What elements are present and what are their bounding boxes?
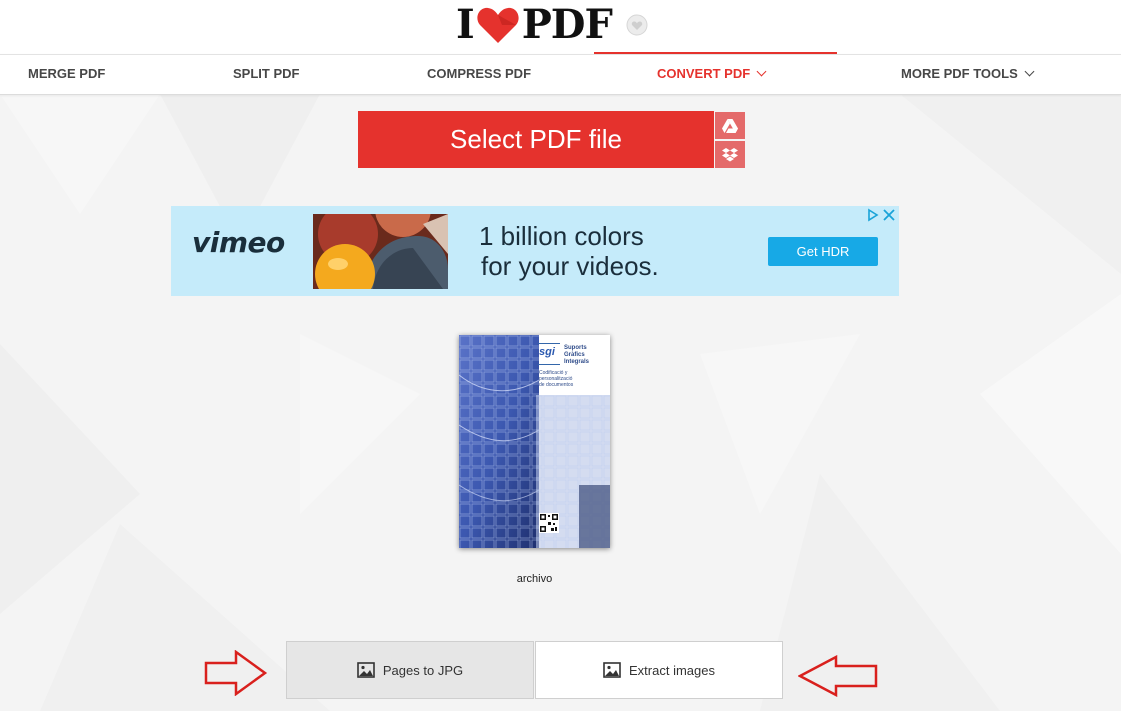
ad-headline-line2: for your videos.: [481, 251, 659, 281]
ad-brand-logo: vimeo: [192, 226, 285, 259]
image-icon: [357, 662, 375, 678]
nav-split-pdf[interactable]: SPLIT PDF: [233, 55, 299, 94]
ad-headline-line1: 1 billion colors: [479, 221, 644, 251]
nav-compress-pdf[interactable]: COMPRESS PDF: [427, 55, 531, 94]
file-name: archivo: [516, 573, 553, 585]
ad-cta-button[interactable]: Get HDR: [768, 237, 878, 266]
logo-text-pdf: PDF: [521, 1, 613, 48]
chevron-down-icon: [756, 66, 767, 77]
main-nav: MERGE PDF SPLIT PDF COMPRESS PDF CONVERT…: [0, 54, 1121, 95]
dropbox-icon: [722, 147, 738, 161]
nav-merge-pdf-label: MERGE PDF: [28, 66, 106, 81]
ad-banner[interactable]: vimeo 1 billion colors for your videos. …: [171, 206, 899, 296]
nav-merge-pdf[interactable]: MERGE PDF: [28, 55, 105, 94]
chevron-down-icon: [1024, 66, 1035, 77]
nav-convert-pdf[interactable]: CONVERT PDF: [657, 55, 767, 94]
thumbnail-logo: sgi: [539, 346, 555, 358]
adchoices-icon[interactable]: [867, 208, 897, 222]
ilovepdf-logo[interactable]: I PDF: [456, 3, 648, 47]
nav-more-pdf-tools-label: MORE PDF TOOLS: [901, 66, 1018, 81]
pdf-thumbnail[interactable]: sgi Suports Gràfics Integrals Codificaci…: [459, 335, 610, 548]
google-drive-icon: [722, 118, 738, 133]
image-icon: [603, 662, 621, 678]
extract-images-label: Extract images: [629, 662, 715, 678]
thumbnail-logo-box: sgi Suports Gràfics Integrals: [538, 343, 589, 365]
heart-icon: [477, 7, 519, 44]
pages-to-jpg-option[interactable]: Pages to JPG: [286, 641, 534, 699]
top-bar: I PDF: [0, 0, 1121, 54]
nav-active-indicator: [594, 52, 837, 54]
arrow-right-icon: [204, 650, 268, 696]
thumbnail-brand-line2: Gràfics: [564, 352, 585, 358]
pages-to-jpg-label: Pages to JPG: [382, 662, 464, 678]
qr-code-icon: [539, 513, 559, 533]
select-pdf-file-button[interactable]: Select PDF file: [358, 111, 714, 168]
thumbnail-sub-line3: de documentos: [539, 382, 574, 388]
heart-badge-icon[interactable]: [626, 14, 648, 36]
logo-text-i: I: [456, 1, 475, 48]
thumbnail-brand-panel: sgi Suports Gràfics Integrals Codificaci…: [536, 335, 610, 548]
arrow-left-icon: [798, 655, 878, 697]
thumbnail-brand-line1: Suports: [564, 345, 587, 351]
ad-image: [313, 214, 448, 289]
thumbnail-subtitle: Codificació y personalització de documen…: [539, 370, 573, 388]
nav-compress-pdf-label: COMPRESS PDF: [427, 66, 532, 81]
dropbox-button[interactable]: [715, 141, 745, 168]
ad-headline: 1 billion colors for your videos.: [479, 221, 659, 281]
google-drive-button[interactable]: [715, 112, 745, 139]
nav-more-pdf-tools[interactable]: MORE PDF TOOLS: [901, 55, 1035, 94]
nav-split-pdf-label: SPLIT PDF: [233, 66, 300, 81]
nav-convert-pdf-label: CONVERT PDF: [657, 66, 751, 81]
thumbnail-brand-line3: Integrals: [564, 359, 590, 365]
select-pdf-file-label: Select PDF file: [450, 124, 622, 154]
extract-images-option[interactable]: Extract images: [535, 641, 783, 699]
thumbnail-brand: Suports Gràfics Integrals: [564, 345, 589, 366]
